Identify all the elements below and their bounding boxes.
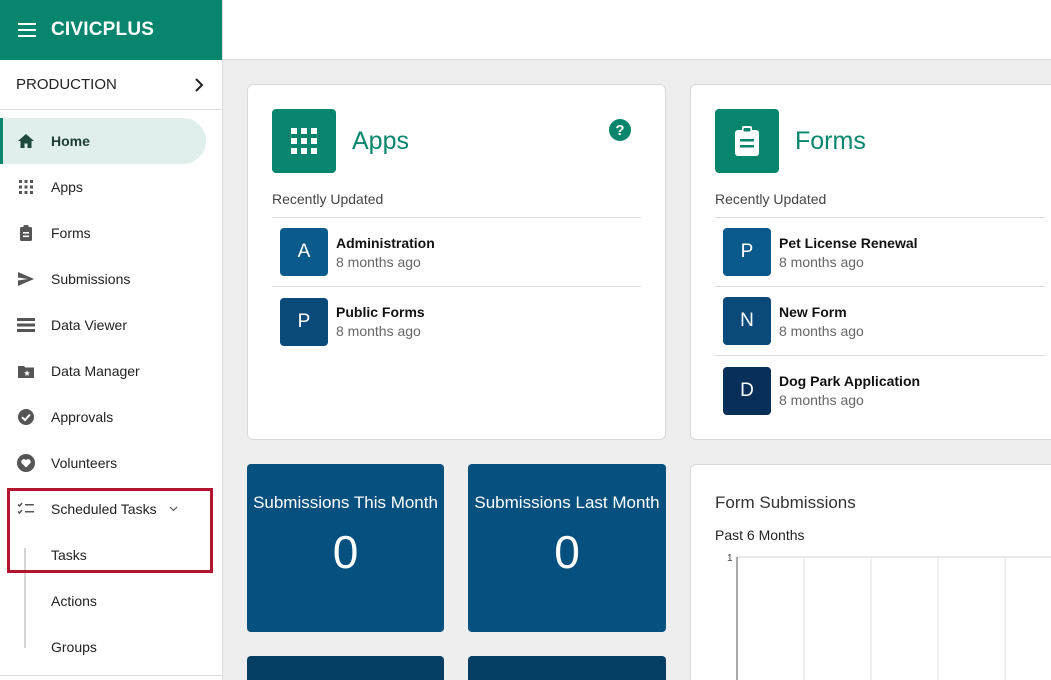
y-tick-label: 1 [727,553,733,564]
chart-subtitle: Past 6 Months [715,527,805,543]
environment-label: PRODUCTION [16,76,117,93]
forms-card: Forms Recently Updated P Pet License Ren… [690,84,1051,440]
apps-card-header: Apps [272,109,641,173]
nav-label-approvals: Approvals [51,409,114,425]
list-item[interactable]: D Dog Park Application 8 months ago [715,356,1045,425]
clipboard-icon [16,223,36,243]
nav-label-scheduled-tasks: Scheduled Tasks [51,501,157,517]
item-time: 8 months ago [336,323,421,339]
nav-label-forms: Forms [51,225,91,241]
sidebar: CIVICPLUS PRODUCTION Home Apps Forms Sub… [0,0,223,680]
nav-sublabel-tasks: Tasks [51,547,87,563]
send-icon [16,269,36,289]
nav-sublabel-groups: Groups [51,639,97,655]
avatar: P [723,228,771,276]
apps-recently-updated-label: Recently Updated [272,191,641,218]
avatar: A [280,228,328,276]
item-name: Pet License Renewal [779,234,918,251]
item-name: Dog Park Application [779,373,921,389]
nav-label-data-manager: Data Manager [51,363,140,379]
stat-tile-partial[interactable] [247,656,444,680]
stat-title: Submissions Last Month [474,493,660,512]
apps-card-title: Apps [352,126,409,155]
submenu-guide-line [24,548,26,648]
nav-subitem-groups[interactable]: Groups [0,624,222,670]
folder-star-icon [16,361,36,381]
form-submissions-chart-card: Form Submissions Past 6 Months 1 [690,464,1051,680]
stat-submissions-last-month[interactable]: Submissions Last Month 0 [468,464,666,632]
brand-bar: CIVICPLUS [0,0,222,60]
checklist-icon [16,499,36,519]
stat-value: 0 [554,526,580,578]
heart-hand-icon [16,453,36,473]
nav-subitem-tasks[interactable]: Tasks [0,532,222,578]
list-item[interactable]: P Pet License Renewal 8 months ago [715,218,1045,287]
list-item[interactable]: P Public Forms 8 months ago [272,287,641,356]
nav-label-submissions: Submissions [51,271,131,287]
stat-title: Submissions This Month [253,493,438,512]
nav-item-scheduled-tasks[interactable]: Scheduled Tasks [0,486,222,532]
nav-item-data-manager[interactable]: Data Manager [0,348,222,394]
check-circle-icon [16,407,36,427]
nav-item-data-viewer[interactable]: Data Viewer [0,302,222,348]
nav-sublabel-actions: Actions [51,593,97,609]
list-item[interactable]: N New Form 8 months ago [715,287,1045,356]
nav-item-home[interactable]: Home [0,118,206,164]
nav-label-apps: Apps [51,179,83,195]
main-nav: Home Apps Forms Submissions Data Viewer … [0,110,222,670]
apps-list: A Administration 8 months ago P Public F… [272,218,641,356]
home-icon [16,131,36,151]
apps-grid-icon [272,109,336,173]
list-item[interactable]: A Administration 8 months ago [272,218,641,287]
stat-tile-partial[interactable] [468,656,666,680]
top-bar [223,0,1051,60]
stat-submissions-this-month[interactable]: Submissions This Month 0 [247,464,444,632]
forms-list: P Pet License Renewal 8 months ago N New… [715,218,1045,425]
item-time: 8 months ago [779,322,864,339]
stat-value: 0 [332,526,359,578]
nav-label-volunteers: Volunteers [51,455,118,471]
nav-label-home: Home [51,133,90,149]
hamburger-menu-icon[interactable] [18,23,36,37]
item-name: Administration [336,234,435,251]
item-name: New Form [779,303,847,320]
item-time: 8 months ago [779,392,864,408]
nav-item-apps[interactable]: Apps [0,164,222,210]
item-name: Public Forms [336,304,425,320]
avatar: P [280,297,328,346]
item-time: 8 months ago [779,253,864,270]
list-view-icon [16,315,36,335]
chart-title: Form Submissions [715,493,856,512]
forms-card-title: Forms [795,126,866,155]
forms-card-header: Forms [715,109,1045,173]
avatar: D [723,366,771,415]
avatar: N [723,297,771,345]
apps-grid-icon [16,177,36,197]
item-time: 8 months ago [336,253,421,270]
chevron-down-icon [169,504,178,515]
nav-subitem-actions[interactable]: Actions [0,578,222,624]
apps-card: Apps ? Recently Updated A Administration… [247,84,666,440]
chevron-right-icon [192,77,206,92]
nav-item-forms[interactable]: Forms [0,210,222,256]
nav-item-submissions[interactable]: Submissions [0,256,222,302]
chart-plot-area: 1 [727,553,1051,680]
clipboard-icon [715,109,779,173]
nav-label-data-viewer: Data Viewer [51,317,128,333]
brand-title: CIVICPLUS [51,19,155,40]
help-icon[interactable]: ? [609,119,631,141]
forms-recently-updated-label: Recently Updated [715,191,1045,218]
nav-item-volunteers[interactable]: Volunteers [0,440,222,486]
sidebar-divider [0,675,223,676]
environment-selector[interactable]: PRODUCTION [0,60,222,110]
nav-item-approvals[interactable]: Approvals [0,394,222,440]
